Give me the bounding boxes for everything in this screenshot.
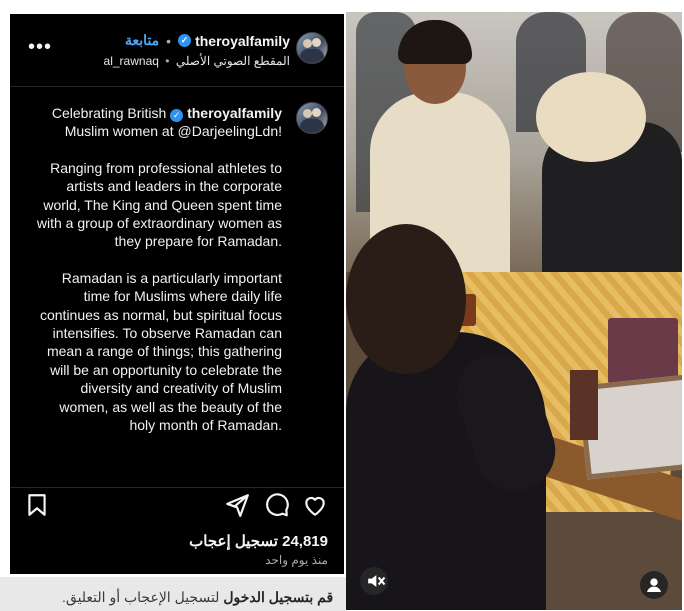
post-timestamp[interactable]: منذ يوم واحد xyxy=(265,553,328,567)
send-icon[interactable] xyxy=(224,492,250,518)
post-header: ••• متابعة • ✓ theroyalfamily al_rawnaq … xyxy=(10,14,344,87)
comment-icon[interactable] xyxy=(264,492,290,518)
video-player[interactable] xyxy=(346,12,682,610)
person-foreground-hair xyxy=(346,224,466,374)
post-caption: Celebrating British ✓ theroyalfamily Mus… xyxy=(34,104,282,453)
audio-label: المقطع الصوتي الأصلي xyxy=(175,54,290,68)
caption-lead: Celebrating British xyxy=(51,105,167,121)
divider xyxy=(10,487,344,488)
login-prompt-rest: لتسجيل الإعجاب أو التعليق. xyxy=(62,589,224,605)
caption-author-link[interactable]: theroyalfamily xyxy=(187,105,282,121)
header-title-row: متابعة • ✓ theroyalfamily xyxy=(125,32,290,49)
separator-dot: • xyxy=(165,54,170,68)
post-info-panel: ••• متابعة • ✓ theroyalfamily al_rawnaq … xyxy=(10,14,344,574)
caption-line: Muslim women at @DarjeelingLdn! xyxy=(64,123,282,140)
verified-badge-icon: ✓ xyxy=(178,34,192,47)
small-box xyxy=(570,370,598,440)
caption-paragraph: Ramadan is a particularly important time… xyxy=(39,269,282,434)
login-link[interactable]: قم بتسجيل الدخول xyxy=(223,589,333,605)
muted-speaker-icon xyxy=(368,575,386,587)
heart-icon[interactable] xyxy=(302,492,328,518)
bookmark-icon[interactable] xyxy=(24,492,50,518)
user-tags-button[interactable] xyxy=(640,571,668,599)
username-link[interactable]: theroyalfamily xyxy=(195,33,290,49)
caption-avatar[interactable] xyxy=(296,102,328,134)
audio-row[interactable]: al_rawnaq • المقطع الصوتي الأصلي xyxy=(104,54,290,68)
login-prompt: قم بتسجيل الدخول لتسجيل الإعجاب أو التعل… xyxy=(62,589,333,606)
user-tag-icon xyxy=(647,578,661,592)
separator-dot: • xyxy=(166,32,172,49)
like-count[interactable]: 24,819 تسجيل إعجاب xyxy=(189,532,328,550)
mute-button[interactable] xyxy=(360,567,388,595)
verified-badge-icon: ✓ xyxy=(170,109,184,122)
gift-box xyxy=(608,318,678,384)
caption-paragraph: Ranging from professional athletes to ar… xyxy=(36,159,282,250)
audio-user: al_rawnaq xyxy=(103,54,159,68)
profile-avatar[interactable] xyxy=(296,32,328,64)
person-hair-blonde xyxy=(536,72,646,162)
more-options-button[interactable]: ••• xyxy=(28,36,52,59)
follow-button[interactable]: متابعة xyxy=(125,32,159,49)
